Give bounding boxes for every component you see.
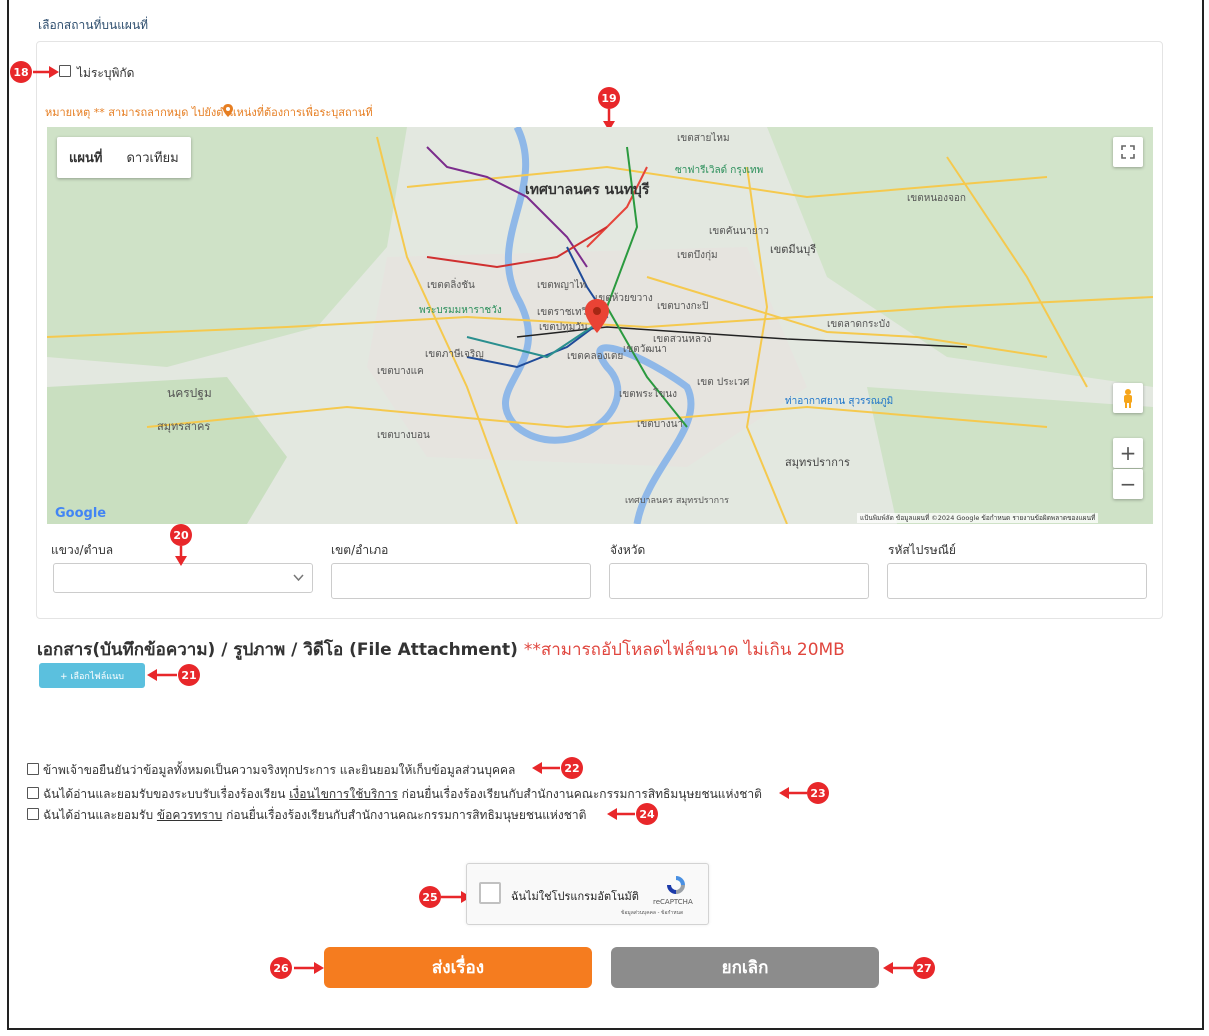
badge-21: 21: [178, 664, 200, 686]
fullscreen-icon[interactable]: [1113, 137, 1143, 167]
arrow-21-icon: [147, 669, 177, 681]
badge-22: 22: [561, 757, 583, 779]
map-place-label: เขตภาษีเจริญ: [425, 349, 484, 360]
arrow-24-icon: [607, 808, 635, 820]
subdistrict-label: แขวง/ตำบล: [51, 543, 114, 557]
arrow-22-icon: [532, 762, 560, 774]
no-coords-checkbox[interactable]: [59, 65, 71, 77]
map-place-label: เขตราชเทวี: [537, 307, 588, 318]
agree-truth-label: ข้าพเจ้าขอยืนยันว่าข้อมูลทั้งหมดเป็นความ…: [43, 763, 516, 777]
district-input[interactable]: [331, 563, 591, 599]
map-view[interactable]: เทศบาลนคร นนทบุรี เขตสายไหม ซาฟารีเวิลด์…: [47, 127, 1153, 524]
postcode-label: รหัสไปรษณีย์: [888, 543, 956, 557]
map-place-label: เขตพระโขนง: [619, 389, 678, 400]
agree-notice-text: ฉันได้อ่านและยอมรับ: [43, 808, 157, 822]
map-place-label: เขตตลิ่งชัน: [427, 280, 475, 291]
agree-notice-checkbox[interactable]: [27, 808, 39, 820]
map-place-label: เขตปทุมวัน: [539, 322, 588, 333]
map-place-label: เขตสวนหลวง: [653, 334, 712, 345]
map-place-label: เขตบางบอน: [377, 430, 430, 441]
choose-file-button[interactable]: + เลือกไฟล์แนบ: [39, 663, 145, 688]
map-type-control: แผนที่ ดาวเทียม: [57, 137, 191, 178]
map-place-label: เขตคันนายาว: [709, 226, 769, 237]
recaptcha-logo-icon: [667, 876, 685, 894]
arrow-26-icon: [294, 962, 324, 974]
map-place-label: เขตบางกะปิ: [657, 301, 709, 312]
map-place-label: เขตคลองเตย: [567, 351, 624, 362]
arrow-20-icon: [175, 546, 187, 566]
district-label: เขต/อำเภอ: [331, 543, 389, 557]
arrow-18-icon: [33, 66, 59, 78]
map-place-label: เขต ประเวศ: [697, 377, 750, 388]
map-place-label: เขตบึงกุ่ม: [677, 250, 718, 261]
cancel-button[interactable]: ยกเลิก: [611, 947, 879, 988]
badge-27: 27: [913, 957, 935, 979]
submit-button[interactable]: ส่งเรื่อง: [324, 947, 592, 988]
map-note: หมายเหตุ ** สามารถลากหมุด ไปยังตำแหน่งที…: [45, 103, 373, 121]
attachment-title: เอกสาร(บันทึกข้อความ) / รูปภาพ / วิดีโอ …: [37, 636, 845, 663]
zoom-out-button[interactable]: −: [1113, 469, 1143, 499]
map-place-label: เขตสายไหม: [677, 133, 730, 144]
minus-icon: −: [1119, 472, 1137, 496]
notice-link[interactable]: ข้อควรทราบ: [157, 808, 222, 822]
map-place-label: สมุทรสาคร: [157, 420, 211, 433]
satellite-tab[interactable]: ดาวเทียม: [114, 137, 190, 178]
postcode-input[interactable]: [887, 563, 1147, 599]
attachment-title-text: เอกสาร(บันทึกข้อความ) / รูปภาพ / วิดีโอ …: [37, 640, 518, 660]
agree-terms-label: ฉันได้อ่านและยอมรับของระบบรับเรื่องร้องเ…: [43, 785, 762, 804]
recaptcha-brand: reCAPTCHA: [653, 898, 693, 906]
map-place-label: ซาฟารีเวิลด์ กรุงเทพ: [675, 165, 764, 176]
badge-24: 24: [636, 803, 658, 825]
map-place-label: พระบรมมหาราชวัง: [419, 305, 502, 316]
map-place-label: เทศบาลนคร สมุทรปราการ: [625, 496, 730, 506]
agree-truth-checkbox[interactable]: [27, 763, 39, 775]
badge-26: 26: [270, 957, 292, 979]
map-note-text: หมายเหตุ ** สามารถลากหมุด ไปยังตำแหน่งที…: [45, 106, 373, 119]
map-place-label: เขตบางแค: [377, 366, 424, 377]
recaptcha-checkbox[interactable]: [479, 882, 501, 904]
recaptcha-links[interactable]: ข้อมูลส่วนบุคคล - ข้อกำหนด: [621, 909, 683, 917]
badge-23: 23: [807, 782, 829, 804]
agree-notice-text-end: ก่อนยื่นเรื่องร้องเรียนกับสำนักงานคณะกรร…: [222, 808, 587, 822]
agree-terms-checkbox[interactable]: [27, 787, 39, 799]
agree-terms-text: ฉันได้อ่านและยอมรับของระบบรับเรื่องร้องเ…: [43, 787, 290, 801]
map-place-label: นครปฐม: [167, 386, 212, 400]
street-view-pegman-icon[interactable]: [1113, 383, 1143, 413]
google-logo: Google: [55, 506, 107, 521]
map-attribution[interactable]: แป้นพิมพ์ลัด ข้อมูลแผนที่ ©2024 Google ข…: [857, 513, 1099, 523]
province-input[interactable]: [609, 563, 869, 599]
badge-25: 25: [419, 886, 441, 908]
no-coords-label: ไม่ระบุพิกัด: [77, 66, 135, 80]
map-place-label: ท่าอากาศยาน สุวรรณภูมิ: [785, 396, 894, 407]
map-place-label: เขตบางนา: [637, 419, 684, 430]
zoom-in-button[interactable]: +: [1113, 438, 1143, 468]
map-place-label: สมุทรปราการ: [785, 456, 850, 469]
map-place-label: เขตหนองจอก: [907, 193, 966, 204]
map-place-label: เขตมีนบุรี: [770, 243, 817, 256]
attachment-size-limit: **สามารถอัปโหลดไฟล์ขนาด ไม่เกิน 20MB: [523, 640, 845, 660]
subdistrict-select[interactable]: [53, 563, 313, 593]
map-tab[interactable]: แผนที่: [57, 137, 114, 178]
arrow-27-icon: [883, 962, 913, 974]
terms-of-service-link[interactable]: เงื่อนไขการใช้บริการ: [289, 787, 398, 801]
section-label: เลือกสถานที่บนแผนที่: [38, 18, 149, 32]
province-label: จังหวัด: [610, 543, 646, 557]
badge-18: 18: [10, 61, 32, 83]
map-place-label: เขตพญาไท: [537, 280, 587, 291]
agree-notice-label: ฉันได้อ่านและยอมรับ ข้อควรทราบ ก่อนยื่นเ…: [43, 806, 586, 825]
recaptcha-widget: ฉันไม่ใช่โปรแกรมอัตโนมัติ reCAPTCHA ข้อม…: [466, 863, 709, 925]
arrow-23-icon: [779, 787, 807, 799]
badge-19: 19: [598, 87, 620, 109]
map-place-label: เขตลาดกระบัง: [827, 319, 891, 330]
badge-20: 20: [170, 524, 192, 546]
map-place-label: เทศบาลนคร นนทบุรี: [525, 182, 650, 198]
agree-terms-text-end: ก่อนยื่นเรื่องร้องเรียนกับสำนักงานคณะกรร…: [397, 787, 762, 801]
chevron-down-icon: [293, 574, 304, 582]
map-pin-icon: [223, 104, 233, 117]
location-marker-icon[interactable]: [585, 299, 609, 333]
plus-icon: +: [1119, 441, 1137, 465]
recaptcha-label: ฉันไม่ใช่โปรแกรมอัตโนมัติ: [511, 890, 639, 903]
